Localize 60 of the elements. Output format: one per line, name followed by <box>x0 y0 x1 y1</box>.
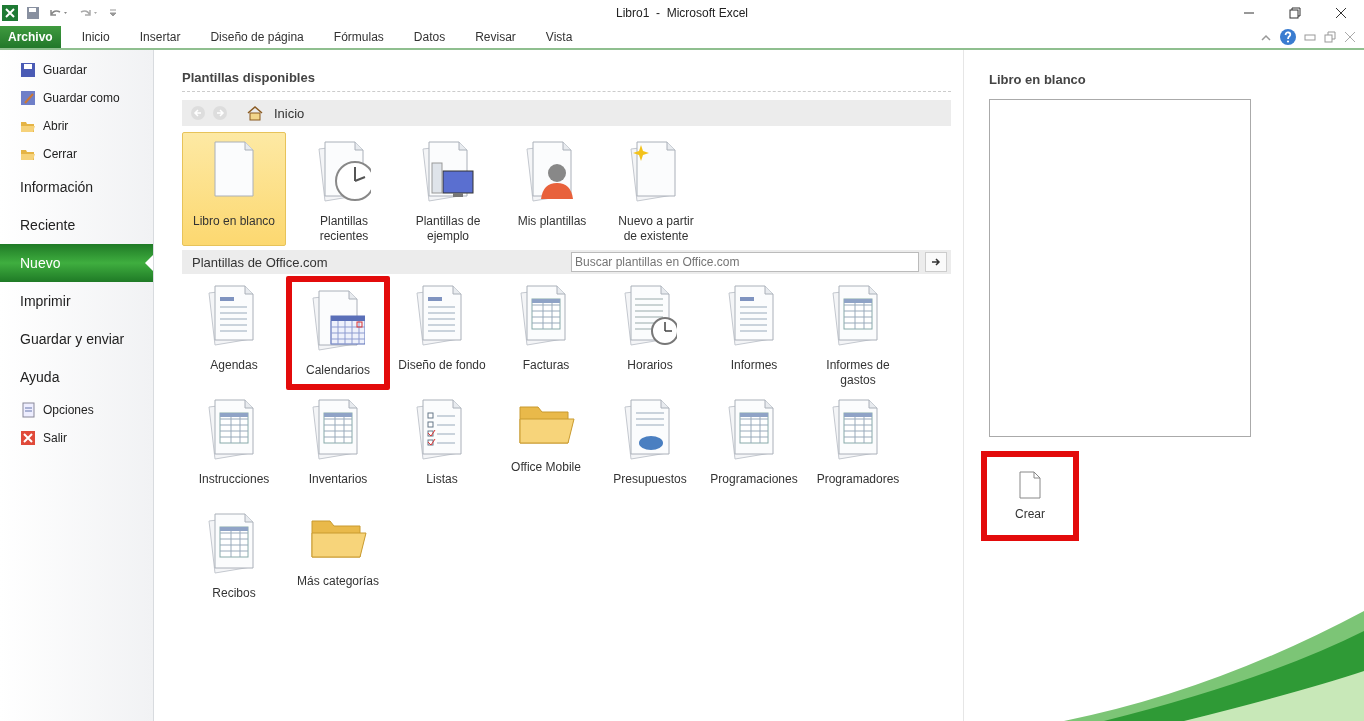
menu-command[interactable]: Abrir <box>0 112 153 140</box>
section-label: Plantillas de Office.com <box>192 254 328 270</box>
ribbon-tab[interactable]: Datos <box>398 26 461 48</box>
template-category[interactable]: Mis plantillas <box>500 132 604 246</box>
menu-command[interactable]: Cerrar <box>0 140 153 168</box>
template-category[interactable]: Horarios <box>598 276 702 390</box>
menu-section[interactable]: Imprimir <box>0 282 153 320</box>
menu-section[interactable]: Reciente <box>0 206 153 244</box>
template-category[interactable]: Programadores <box>806 390 910 504</box>
ribbon-tab[interactable]: Diseño de página <box>195 26 319 48</box>
ribbon-tab[interactable]: Revisar <box>460 26 531 48</box>
file-tab[interactable]: Archivo <box>0 26 61 48</box>
search-field[interactable]: Buscar plantillas en Office.com <box>571 252 919 272</box>
ribbon-tab[interactable]: Insertar <box>124 26 196 48</box>
template-category[interactable]: Plantillas recientes <box>292 132 396 246</box>
template-category[interactable]: Nuevo a partir de existente <box>604 132 708 246</box>
arrow-right-icon <box>930 256 942 268</box>
create-button[interactable]: Crear <box>981 451 1079 541</box>
preview-title: Libro en blanco <box>989 72 1086 87</box>
template-category[interactable]: Más categorías <box>286 504 390 618</box>
template-category[interactable]: Informes de gastos <box>806 276 910 390</box>
ribbon-tab[interactable]: Vista <box>530 26 588 48</box>
document-icon <box>1019 471 1041 499</box>
chevron-up-icon[interactable] <box>1260 32 1272 42</box>
template-category[interactable]: Calendarios <box>286 276 390 390</box>
home-icon[interactable] <box>246 105 264 121</box>
template-category[interactable]: Facturas <box>494 276 598 390</box>
template-category[interactable]: Office Mobile <box>494 390 598 504</box>
menu-command[interactable]: Guardar <box>0 56 153 84</box>
ribbon-tab[interactable]: Inicio <box>66 26 125 48</box>
document-icon <box>20 402 36 418</box>
template-category[interactable]: Plantillas de ejemplo <box>396 132 500 246</box>
menu-command[interactable]: Guardar como <box>0 84 153 112</box>
minimize-icon[interactable] <box>1304 32 1316 42</box>
close-icon[interactable] <box>1335 7 1347 19</box>
floppy-pencil-icon <box>20 90 36 106</box>
breadcrumb-link[interactable]: Inicio <box>274 105 305 121</box>
ribbon-tab[interactable]: Fórmulas <box>318 26 399 48</box>
menu-section[interactable]: Ayuda <box>0 358 153 396</box>
template-category[interactable]: Inventarios <box>286 390 390 504</box>
close-icon <box>20 430 36 446</box>
template-category[interactable]: Recibos <box>182 504 286 618</box>
template-category[interactable]: Agendas <box>182 276 286 390</box>
restore-icon[interactable] <box>1289 7 1301 19</box>
excel-logo-icon[interactable] <box>2 5 18 21</box>
search-go-button[interactable] <box>925 252 947 272</box>
template-category[interactable]: Diseño de fondo <box>390 276 494 390</box>
template-category[interactable]: Listas <box>390 390 494 504</box>
help-icon[interactable] <box>1280 29 1296 45</box>
menu-command[interactable]: Opciones <box>0 396 153 424</box>
template-category[interactable]: Libro en blanco <box>182 132 286 246</box>
template-category[interactable]: Programaciones <box>702 390 806 504</box>
menu-section[interactable]: Información <box>0 168 153 206</box>
section-heading: Plantillas disponibles <box>182 70 951 92</box>
menu-section[interactable]: Guardar y enviar <box>0 320 153 358</box>
template-category[interactable]: Instrucciones <box>182 390 286 504</box>
template-category[interactable]: Presupuestos <box>598 390 702 504</box>
menu-command[interactable]: Salir <box>0 424 153 452</box>
template-category[interactable]: Informes <box>702 276 806 390</box>
window-title: Libro1 - Microsoft Excel <box>615 6 748 20</box>
